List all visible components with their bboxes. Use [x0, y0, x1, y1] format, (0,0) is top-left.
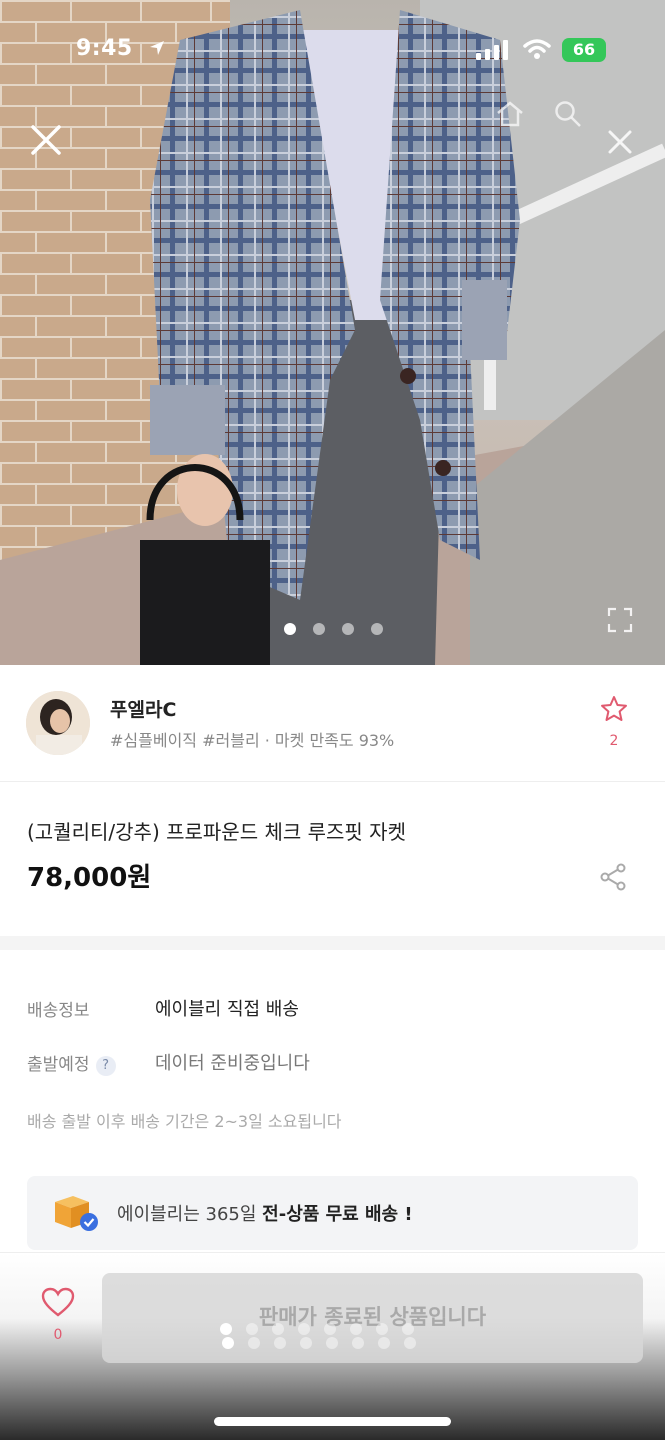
- carousel-dot[interactable]: [342, 623, 354, 635]
- promo-prefix: 에이블리는 365일: [117, 1204, 263, 1225]
- section-divider: [0, 936, 665, 950]
- battery-indicator: 66: [562, 38, 606, 62]
- close-icon: [31, 125, 61, 155]
- product-price: 78,000원: [27, 863, 152, 893]
- shipping-info-value: 에이블리 직접 배송: [155, 999, 299, 1020]
- departure-value: 데이터 준비중입니다: [155, 1053, 310, 1074]
- close-button[interactable]: [24, 118, 68, 162]
- heart-icon: [41, 1287, 75, 1317]
- promo-bold: 전-상품 무료 배송 !: [262, 1204, 413, 1225]
- departure-label: 출발예정?: [27, 1050, 116, 1076]
- home-indicator[interactable]: [214, 1417, 451, 1426]
- search-icon: [555, 101, 581, 127]
- home-button[interactable]: [488, 92, 532, 136]
- share-button[interactable]: [598, 862, 628, 896]
- shipping-note: 배송 출발 이후 배송 기간은 2~3일 소요됩니다: [27, 1112, 342, 1131]
- status-bar: 9:45 66: [0, 36, 665, 66]
- shipping-section: 배송정보 에이블리 직접 배송 출발예정? 데이터 준비중입니다 배송 출발 이…: [0, 950, 665, 1250]
- carousel-dot[interactable]: [371, 623, 383, 635]
- help-icon[interactable]: ?: [95, 1056, 116, 1076]
- location-arrow-icon: [150, 41, 164, 55]
- seller-section[interactable]: 푸엘라C #심플베이직 #러블리 · 마켓 만족도 93% 2: [0, 665, 665, 782]
- overlay-dots-row-1: [220, 1323, 414, 1335]
- cart-button[interactable]: [598, 120, 642, 164]
- close-icon: [608, 130, 632, 154]
- carousel-dots: [284, 623, 383, 635]
- free-shipping-text: 에이블리는 365일 전-상품 무료 배송 !: [117, 1200, 413, 1226]
- star-icon: [601, 696, 627, 721]
- bottom-action-bar: 0 판매가 종료된 상품입니다: [0, 1252, 665, 1440]
- package-icon: [55, 1196, 98, 1231]
- product-title: (고퀄리티/강추) 프로파운드 체크 루즈핏 자켓: [27, 820, 406, 844]
- favorite-store-button[interactable]: [597, 695, 631, 727]
- overlay-dots-row-2: [222, 1337, 416, 1349]
- seller-avatar: [26, 691, 90, 755]
- shipping-info-label: 배송정보: [27, 1001, 90, 1021]
- product-info: (고퀄리티/강추) 프로파운드 체크 루즈핏 자켓 78,000원: [0, 782, 665, 936]
- star-count: 2: [609, 733, 619, 749]
- like-button[interactable]: [38, 1287, 78, 1321]
- home-icon: [497, 101, 523, 127]
- product-image-carousel[interactable]: 9:45 66: [0, 0, 665, 665]
- fullscreen-button[interactable]: [598, 598, 642, 642]
- wifi-icon: [523, 39, 551, 59]
- cellular-signal-icon: [476, 40, 508, 60]
- like-count: 0: [53, 1327, 63, 1343]
- carousel-dot[interactable]: [313, 623, 325, 635]
- status-time: 9:45: [76, 36, 133, 61]
- expand-icon: [607, 607, 633, 633]
- sold-out-button[interactable]: 판매가 종료된 상품입니다: [102, 1273, 643, 1363]
- departure-label-text: 출발예정: [27, 1055, 90, 1075]
- seller-name: 푸엘라C: [110, 699, 177, 721]
- seller-tags: #심플베이직 #러블리 · 마켓 만족도 93%: [110, 731, 395, 750]
- search-button[interactable]: [546, 92, 590, 136]
- share-icon: [600, 863, 626, 891]
- carousel-dot[interactable]: [284, 623, 296, 635]
- free-shipping-banner[interactable]: 에이블리는 365일 전-상품 무료 배송 !: [27, 1176, 638, 1250]
